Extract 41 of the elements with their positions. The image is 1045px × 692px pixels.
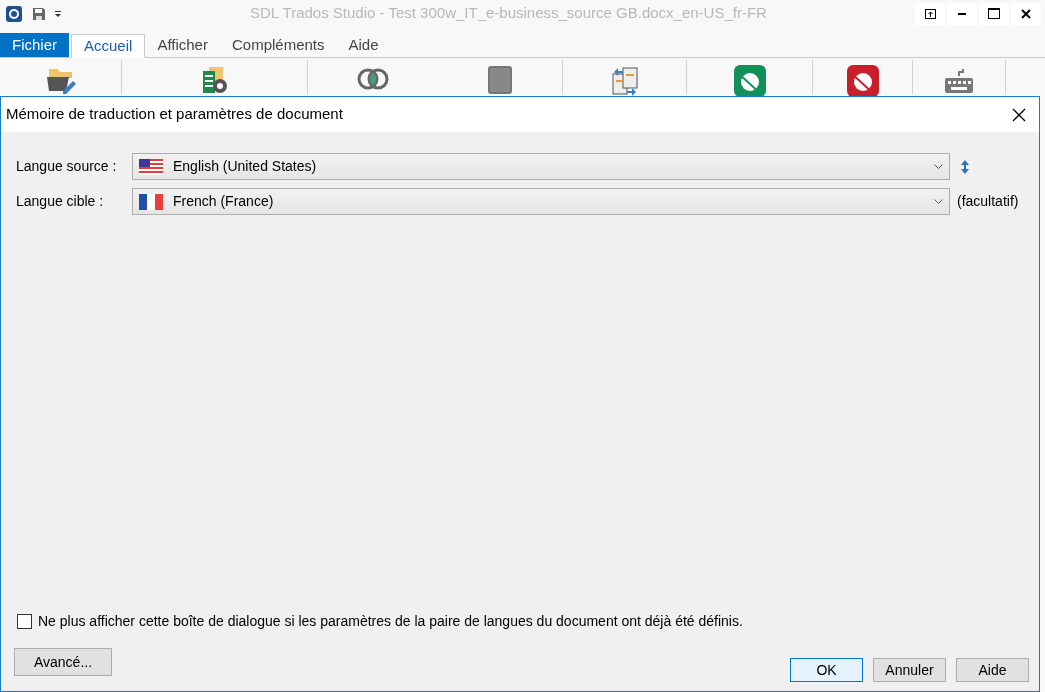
field-label: Langue source : [16,157,118,176]
chevron-down-icon [934,164,943,169]
minimize-icon [958,12,966,15]
ribbon-tab[interactable]: Compléments [219,33,337,57]
overlapping-circles-icon [356,68,390,90]
maximize-icon [988,8,1000,19]
book-icon [488,66,512,94]
dialog-button[interactable]: Aide [956,658,1029,682]
close-icon [1012,107,1026,122]
advanced-button[interactable]: Avancé... [14,648,112,676]
window-title: SDL Trados Studio - Test 300w_IT_e-business_source GB.docx_en-US_fr-FR [250,3,767,24]
language-dropdown[interactable]: French (France) [132,188,950,215]
field-label: Langue cible : [16,192,105,211]
swap-arrows-icon[interactable] [960,159,970,174]
checkbox-label: Ne plus afficher cette boîte de dialogue si les paramètres de la paire de langues du document ont déjà été définis. [38,612,743,631]
dialog-title: Mémoire de traduction et paramètres de document [6,104,343,125]
optional-note: (facultatif) [957,192,1019,211]
folder-pencil-icon [44,67,77,95]
flag-icon [139,193,163,210]
file-tab[interactable]: Fichier [0,33,69,57]
app-logo-icon [6,5,22,22]
window-up-icon [924,8,936,19]
dropdown-caret-icon[interactable] [54,9,62,18]
checkbox[interactable] [17,614,32,629]
ribbon-tab[interactable]: Aide [336,33,391,57]
chevron-down-icon [934,199,943,204]
close-button[interactable] [1011,2,1041,25]
dropdown-value: English (United States) [173,157,318,176]
flag-icon [139,158,163,175]
minimize-button[interactable] [947,2,977,25]
language-dropdown[interactable]: English (United States) [132,153,950,180]
dialog-button[interactable]: Annuler [873,658,946,682]
maximize-button[interactable] [979,2,1009,25]
save-icon[interactable] [32,6,46,21]
dialog-button[interactable]: OK [790,658,863,682]
dropdown-value: French (France) [173,192,275,211]
ribbon-tab[interactable]: Afficher [145,33,220,57]
ribbon-tab[interactable]: Accueil [71,34,146,58]
close-button[interactable] [1011,106,1027,123]
restore-ribbon-button[interactable] [915,2,945,25]
close-icon [1021,8,1031,19]
